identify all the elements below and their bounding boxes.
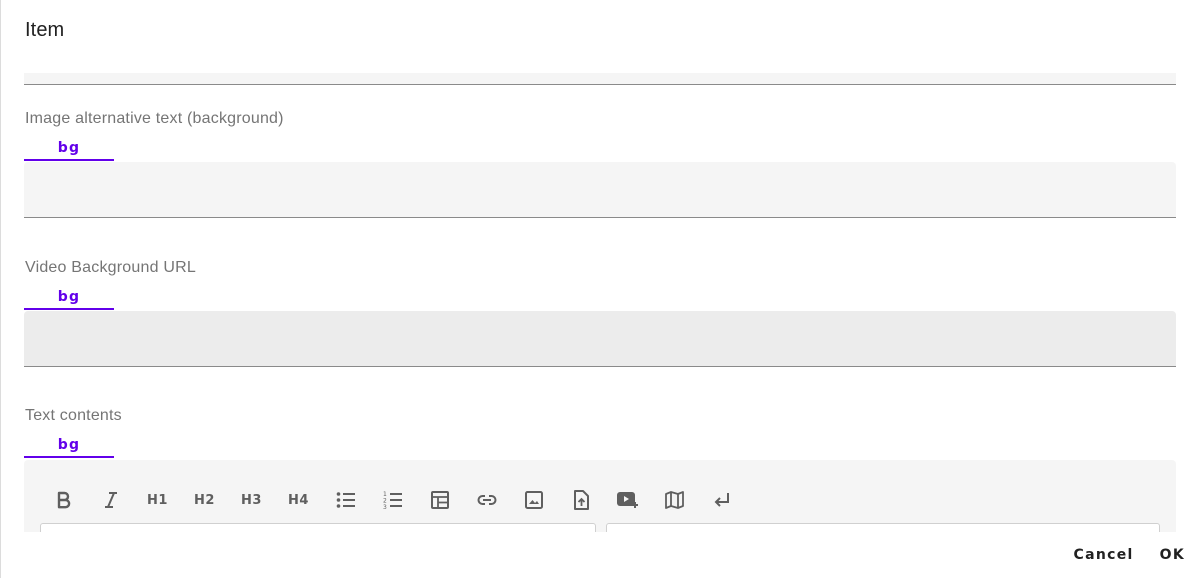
image-alt-input[interactable] [24, 162, 1176, 218]
upload-file-button[interactable] [557, 485, 604, 515]
line-break-button[interactable] [698, 485, 745, 515]
image-alt-label: Image alternative text (background) [25, 110, 284, 127]
video-url-input[interactable] [24, 311, 1176, 367]
return-arrow-icon [714, 493, 729, 507]
rich-text-editor: H1 H2 H3 H4 123 [24, 460, 1176, 532]
editor-input-pane[interactable] [40, 523, 596, 532]
bulleted-list-button[interactable] [322, 485, 369, 515]
italic-icon [104, 492, 117, 508]
dialog-actions: Cancel OK [1074, 545, 1200, 565]
video-url-lang-tab[interactable]: bg [24, 285, 114, 310]
heading-1-button[interactable]: H1 [134, 485, 181, 515]
heading-3-button[interactable]: H3 [228, 485, 275, 515]
link-icon [477, 495, 496, 505]
dialog-title: Item [25, 19, 65, 41]
bold-button[interactable] [40, 485, 87, 515]
image-alt-lang-tab[interactable]: bg [24, 136, 114, 161]
numbered-list-button[interactable]: 123 [369, 485, 416, 515]
previous-field-input[interactable] [24, 73, 1176, 85]
image-icon [524, 491, 543, 509]
svg-text:3: 3 [383, 504, 387, 510]
video-url-label: Video Background URL [25, 259, 196, 276]
link-button[interactable] [463, 485, 510, 515]
editor-preview-pane [606, 523, 1160, 532]
heading-2-label: H2 [194, 492, 215, 508]
table-icon [430, 491, 449, 509]
image-button[interactable] [510, 485, 557, 515]
italic-button[interactable] [87, 485, 134, 515]
heading-4-label: H4 [288, 492, 309, 508]
cancel-button[interactable]: Cancel [1074, 545, 1134, 565]
video-add-icon [616, 492, 638, 508]
editor-toolbar: H1 H2 H3 H4 123 [40, 485, 745, 515]
heading-2-button[interactable]: H2 [181, 485, 228, 515]
bold-icon [57, 491, 70, 509]
numbered-list-icon: 123 [383, 491, 402, 510]
heading-1-label: H1 [147, 492, 168, 508]
table-button[interactable] [416, 485, 463, 515]
lang-tab-label: bg [57, 437, 81, 453]
map-icon [664, 491, 684, 509]
dialog-left-edge [0, 0, 1, 578]
heading-3-label: H3 [241, 492, 262, 508]
video-button[interactable] [604, 485, 651, 515]
heading-4-button[interactable]: H4 [275, 485, 322, 515]
file-upload-icon [573, 490, 589, 510]
lang-tab-label: bg [57, 140, 81, 156]
text-contents-lang-tab[interactable]: bg [24, 433, 114, 458]
bulleted-list-icon [336, 492, 355, 508]
ok-button[interactable]: OK [1160, 545, 1185, 565]
map-button[interactable] [651, 485, 698, 515]
lang-tab-label: bg [57, 289, 81, 305]
text-contents-label: Text contents [25, 407, 122, 424]
